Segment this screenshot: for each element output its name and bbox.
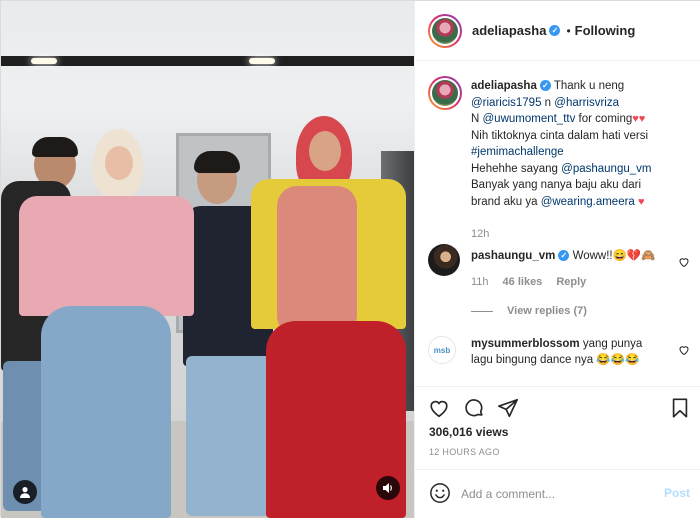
user-tag-icon[interactable] xyxy=(13,480,37,504)
emoji-icon[interactable] xyxy=(429,482,451,504)
replies-divider xyxy=(471,310,493,312)
ceiling-light xyxy=(31,58,57,64)
comment-time[interactable]: 11h xyxy=(471,276,489,288)
avatar-logo-text: msb xyxy=(433,345,451,355)
caption-text: adeliapasha ✓ Thank u neng @riaricis1795 … xyxy=(471,78,696,210)
view-replies-button[interactable]: View replies (7) xyxy=(471,305,587,317)
comment-username[interactable]: mysummerblossom xyxy=(471,338,580,350)
comment-body: lagu bingung dance nya 😂😂😂 xyxy=(471,354,640,366)
views-count[interactable]: 306,016 views xyxy=(429,425,508,439)
video-player[interactable] xyxy=(1,1,414,518)
share-icon[interactable] xyxy=(497,397,519,419)
post-header: adeliapasha ✓ • Following xyxy=(415,1,700,61)
verified-badge-icon: ✓ xyxy=(558,250,570,262)
avatar[interactable] xyxy=(428,13,462,48)
ceiling-light xyxy=(249,58,275,64)
sound-icon[interactable] xyxy=(376,476,400,500)
caption-text-segment: Hehehhe sayang xyxy=(471,162,562,175)
mention-link[interactable]: @wearing.ameera xyxy=(541,196,635,208)
caption-text-segment: for coming xyxy=(575,113,633,125)
verified-badge-icon: ✓ xyxy=(549,25,561,36)
post-actions: 306,016 views 12 HOURS AGO xyxy=(415,386,700,468)
reply-button[interactable]: Reply xyxy=(556,276,586,288)
header-username[interactable]: adeliapasha xyxy=(472,23,546,38)
instagram-post: adeliapasha ✓ • Following adeliapasha ✓ T… xyxy=(0,0,700,518)
heart-emoji-icon: ♥♥ xyxy=(632,113,646,125)
caption-avatar[interactable] xyxy=(428,76,462,110)
caption-text-segment: brand aku ya xyxy=(471,195,541,208)
comment-body: yang punya xyxy=(582,338,643,350)
comment-text: mysummerblossom yang punya lagu bingung … xyxy=(471,336,671,368)
caption-timestamp[interactable]: 12h xyxy=(471,228,489,240)
caption-line: Nih tiktoknya cinta dalam hati versi xyxy=(471,129,649,142)
comment-avatar[interactable]: msb xyxy=(428,336,456,364)
mention-link[interactable]: @pashaungu_vm xyxy=(561,163,651,175)
add-comment-bar: Post xyxy=(415,469,700,518)
caption-line: Thank u neng xyxy=(553,80,625,92)
bookmark-icon[interactable] xyxy=(669,397,691,419)
comment-body: Woww!!😄💔🙈 xyxy=(572,250,656,262)
mention-link[interactable]: @riaricis1795 xyxy=(471,97,541,109)
comment-username[interactable]: pashaungu_vm xyxy=(471,250,555,262)
comment-likes[interactable]: 46 likes xyxy=(503,276,543,288)
comment-input[interactable] xyxy=(461,484,651,504)
comment-avatar[interactable] xyxy=(428,244,460,276)
mention-link[interactable]: @uwumoment_ttv xyxy=(483,113,576,125)
post-sidebar: adeliapasha ✓ • Following adeliapasha ✓ T… xyxy=(414,1,700,518)
view-replies-label: View replies (7) xyxy=(507,305,587,317)
verified-badge-icon: ✓ xyxy=(539,80,551,92)
comment-heart-icon[interactable] xyxy=(678,256,690,268)
post-time-ago[interactable]: 12 HOURS AGO xyxy=(429,447,500,457)
mention-link[interactable]: @harrisvriza xyxy=(554,97,619,109)
comments-list[interactable]: adeliapasha ✓ Thank u neng @riaricis1795 … xyxy=(415,62,700,384)
caption-text-segment: N xyxy=(471,113,483,125)
comment-heart-icon[interactable] xyxy=(678,344,690,356)
following-button[interactable]: Following xyxy=(575,23,636,38)
caption-line: Banyak yang nanya baju aku dari xyxy=(471,179,642,191)
comment-icon[interactable] xyxy=(463,397,485,419)
heart-emoji-icon: ♥ xyxy=(638,195,645,208)
caption-text-segment: n xyxy=(541,96,555,109)
heart-icon[interactable] xyxy=(428,397,450,419)
post-comment-button[interactable]: Post xyxy=(664,486,690,500)
hashtag-link[interactable]: #jemimachallenge xyxy=(471,146,564,158)
caption-username[interactable]: adeliapasha xyxy=(471,80,537,92)
separator-dot: • xyxy=(566,23,571,38)
comment-meta: 11h 46 likes Reply xyxy=(471,276,586,288)
ceiling-beam xyxy=(1,56,414,66)
comment-text: pashaungu_vm ✓ Woww!!😄💔🙈 xyxy=(471,248,671,264)
